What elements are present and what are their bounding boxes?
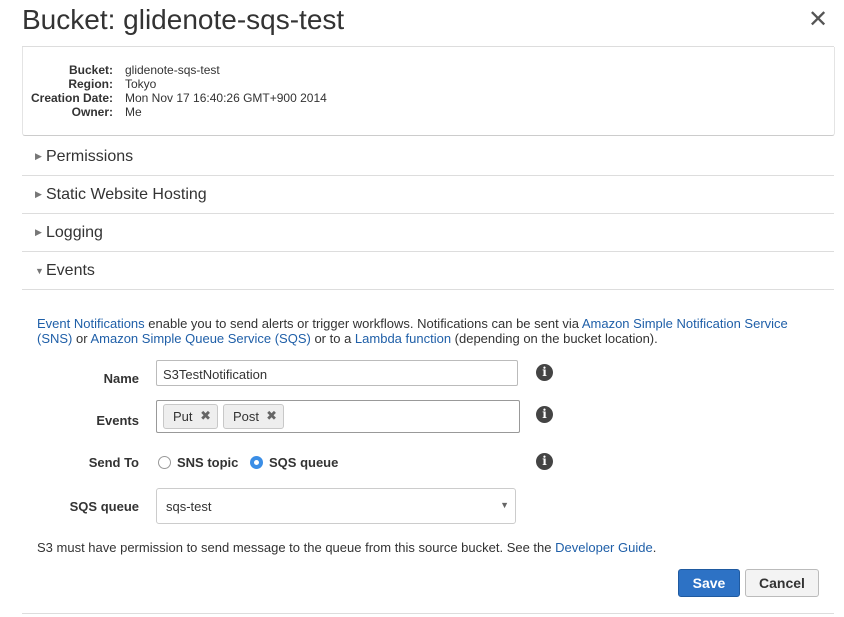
save-button[interactable]: Save <box>678 569 740 597</box>
section-label: Events <box>46 261 95 279</box>
property-label: Creation Date: <box>30 91 113 105</box>
sqs-queue-field-label: SQS queue <box>69 499 139 514</box>
events-panel: Event Notifications enable you to send a… <box>22 290 834 614</box>
remove-tag-icon[interactable]: ✖ <box>200 408 211 424</box>
event-tag-post: Post ✖ <box>223 404 284 429</box>
tag-label: Post <box>233 409 260 424</box>
event-tag-put: Put ✖ <box>163 404 218 429</box>
event-notifications-link[interactable]: Event Notifications <box>37 316 145 331</box>
sns-topic-radio[interactable] <box>158 456 171 469</box>
tag-label: Put <box>173 409 193 424</box>
permission-note: S3 must have permission to send message … <box>37 540 656 555</box>
info-icon[interactable]: i <box>536 406 553 423</box>
sqs-queue-select[interactable]: sqs-test ▼ <box>156 488 516 524</box>
property-value: Mon Nov 17 16:40:26 GMT+900 2014 <box>125 91 327 105</box>
description-text: (depending on the bucket location). <box>451 331 658 346</box>
description-text: enable you to send alerts or trigger wor… <box>144 316 582 331</box>
property-label: Owner: <box>71 105 113 119</box>
section-permissions[interactable]: ▶ Permissions <box>22 138 834 176</box>
info-icon[interactable]: i <box>536 364 553 381</box>
property-region: Region: Tokyo <box>23 77 327 91</box>
chevron-down-icon: ▼ <box>500 500 509 510</box>
property-label: Bucket: <box>68 63 113 77</box>
property-owner: Owner: Me <box>23 105 327 119</box>
developer-guide-link[interactable]: Developer Guide <box>555 540 653 555</box>
section-static-website-hosting[interactable]: ▶ Static Website Hosting <box>22 176 834 214</box>
note-text: . <box>652 540 657 555</box>
triangle-down-icon: ▼ <box>35 265 44 276</box>
info-icon[interactable]: i <box>536 453 553 470</box>
cancel-button[interactable]: Cancel <box>745 569 819 597</box>
description-text: or <box>72 331 91 346</box>
property-value: Me <box>125 105 142 119</box>
events-description: Event Notifications enable you to send a… <box>37 316 807 346</box>
property-label: Region: <box>68 77 113 91</box>
bucket-properties: Bucket: glidenote-sqs-test Region: Tokyo… <box>22 47 835 136</box>
remove-tag-icon[interactable]: ✖ <box>266 408 277 424</box>
section-events[interactable]: ▼ Events <box>22 252 834 290</box>
description-text: or to a <box>310 331 355 346</box>
close-icon[interactable]: ✕ <box>808 8 828 32</box>
events-label: Events <box>96 413 139 428</box>
lambda-link[interactable]: Lambda function <box>355 331 451 346</box>
select-value: sqs-test <box>166 499 212 514</box>
page-title: Bucket: glidenote-sqs-test <box>22 4 345 35</box>
triangle-right-icon: ▶ <box>35 151 42 161</box>
property-bucket: Bucket: glidenote-sqs-test <box>23 63 327 77</box>
send-to-label: Send To <box>88 455 139 470</box>
section-label: Logging <box>46 223 103 241</box>
events-tag-input[interactable]: Put ✖ Post ✖ <box>156 400 520 433</box>
section-label: Permissions <box>46 147 134 165</box>
section-logging[interactable]: ▶ Logging <box>22 214 834 252</box>
triangle-right-icon: ▶ <box>35 189 42 199</box>
property-value: Tokyo <box>125 77 157 91</box>
section-label: Static Website Hosting <box>46 185 207 203</box>
name-input[interactable]: S3TestNotification <box>156 360 518 386</box>
sqs-queue-label[interactable]: SQS queue <box>269 455 338 470</box>
note-text: S3 must have permission to send message … <box>37 540 556 555</box>
triangle-right-icon: ▶ <box>35 227 42 237</box>
property-value: glidenote-sqs-test <box>125 63 220 77</box>
sns-topic-label[interactable]: SNS topic <box>177 455 238 470</box>
property-creation-date: Creation Date: Mon Nov 17 16:40:26 GMT+9… <box>23 91 327 105</box>
sqs-link[interactable]: Amazon Simple Queue Service (SQS) <box>90 331 310 346</box>
sqs-queue-radio[interactable] <box>250 456 263 469</box>
name-label: Name <box>103 371 139 386</box>
